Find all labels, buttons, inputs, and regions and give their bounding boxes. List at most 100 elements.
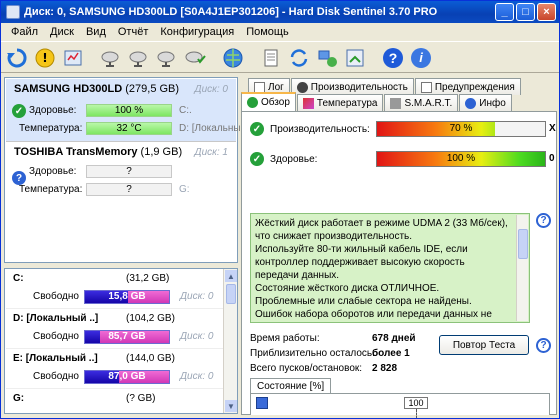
volume-size: (? GB) <box>126 393 156 404</box>
smart-icon <box>390 97 402 109</box>
menu-report[interactable]: Отчёт <box>112 26 154 38</box>
info-tab-icon <box>465 97 477 109</box>
details-panel: Лог Производительность Предупреждения Об… <box>241 77 557 418</box>
free-space-value: 85,7 GB <box>108 331 146 342</box>
tabs-row-bottom: Обзор Температура S.M.A.R.T. Инфо <box>241 92 513 111</box>
tab-performance[interactable]: Производительность <box>290 78 414 95</box>
tab-smart[interactable]: S.M.A.R.T. <box>384 94 459 111</box>
menu-view[interactable]: Вид <box>80 26 112 38</box>
performance-ok-icon: ✓ <box>250 122 264 136</box>
volume-item-e[interactable]: E: [Локальный ..] (144,0 GB) Свободно 87… <box>6 349 224 389</box>
volume-list: C: (31,2 GB) Свободно 15,8 GB Диск: 0 D:… <box>4 268 238 414</box>
settings-icon[interactable] <box>343 46 367 70</box>
volume-item-d[interactable]: D: [Локальный ..] (104,2 GB) Свободно 85… <box>6 309 224 349</box>
scroll-down-icon[interactable]: ▼ <box>225 400 237 412</box>
info-icon[interactable]: i <box>409 46 433 70</box>
free-space-bar: 85,7 GB <box>84 330 170 344</box>
description-help-icon[interactable]: ? <box>536 213 551 228</box>
starts-value: 2 828 <box>372 363 398 374</box>
health-bar: ? <box>86 165 172 178</box>
disk-card-samsung[interactable]: SAMSUNG HD300LD (279,5 GB) Диск: 0 ✓ Здо… <box>6 79 246 141</box>
menu-file[interactable]: Файл <box>5 26 44 38</box>
description-line: Жёсткий диск работает в режиме UDMA 2 (3… <box>255 218 508 242</box>
menu-help[interactable]: Помощь <box>240 26 295 38</box>
minimize-button[interactable]: _ <box>495 3 514 21</box>
tab-overview[interactable]: Обзор <box>241 92 296 111</box>
disk-test-2-icon[interactable] <box>127 46 151 70</box>
tab-info[interactable]: Инфо <box>459 94 512 111</box>
free-label: Свободно <box>33 331 79 342</box>
disk-card-toshiba[interactable]: TOSHIBA TransMemory (1,9 GB) Диск: 1 ? З… <box>6 141 236 201</box>
scroll-thumb[interactable] <box>226 284 236 304</box>
retest-help-icon[interactable]: ? <box>536 338 551 353</box>
retest-button[interactable]: Повтор Теста <box>439 335 529 355</box>
description-line: Проблемные или слабые сектора не найдены… <box>255 296 472 307</box>
sync-icon[interactable] <box>287 46 311 70</box>
description-box[interactable]: Жёсткий диск работает в режиме UDMA 2 (3… <box>250 213 530 323</box>
menu-configuration[interactable]: Конфигурация <box>154 26 240 38</box>
performance-end: X <box>549 123 556 134</box>
menu-disk[interactable]: Диск <box>44 26 80 38</box>
remaining-label: Приблизительно осталось: <box>250 348 375 359</box>
network-icon[interactable] <box>315 46 339 70</box>
maximize-button[interactable]: □ <box>516 3 535 21</box>
free-space-bar: 87,0 GB <box>84 370 170 384</box>
report-icon[interactable] <box>61 46 85 70</box>
volume-size: (144,0 GB) <box>126 353 175 364</box>
document-icon[interactable] <box>259 46 283 70</box>
globe-icon[interactable] <box>221 46 245 70</box>
overview-health-bar: 100 % <box>376 151 546 167</box>
warnings-icon <box>420 81 432 93</box>
volume-size: (104,2 GB) <box>126 313 175 324</box>
warning-icon[interactable]: ! <box>33 46 57 70</box>
disk-test-3-icon[interactable] <box>155 46 179 70</box>
temperature-bar: ? <box>86 183 172 196</box>
volume-name: E: [Локальный ..] <box>13 353 98 364</box>
performance-label: Производительность: <box>270 124 370 135</box>
volume-scrollbar[interactable]: ▲ ▼ <box>223 269 237 413</box>
free-label: Свободно <box>33 291 79 302</box>
volume-item-g[interactable]: G: (? GB) <box>6 389 224 413</box>
remaining-value: более 1 <box>372 348 410 359</box>
volume-item-c[interactable]: C: (31,2 GB) Свободно 15,8 GB Диск: 0 <box>6 269 224 309</box>
health-label: Здоровье: <box>29 166 77 177</box>
title-bar[interactable]: Диск: 0, SAMSUNG HD300LD [S0A4J1EP301206… <box>1 1 559 23</box>
disk-name: SAMSUNG HD300LD (279,5 GB) <box>14 83 180 95</box>
temperature-bar: 32 °C <box>86 122 172 135</box>
app-window: Диск: 0, SAMSUNG HD300LD [S0A4J1EP301206… <box>0 0 560 419</box>
tab-warnings[interactable]: Предупреждения <box>414 78 521 95</box>
tab-status-graph[interactable]: Состояние [%] <box>250 378 332 394</box>
health-end: 0 <box>549 153 555 164</box>
performance-bar: 70 % <box>376 121 546 137</box>
health-bar: 100 % <box>86 104 172 117</box>
free-space-value: 15,8 GB <box>108 291 146 302</box>
svg-text:!: ! <box>42 51 47 65</box>
health-label: Здоровье: <box>29 105 77 116</box>
status-unknown-icon: ? <box>12 171 26 185</box>
disk-check-icon[interactable] <box>183 46 207 70</box>
status-graph: 100 <box>250 393 550 418</box>
save-icon[interactable] <box>256 397 268 409</box>
description-line: Используйте 80-ти жильный кабель IDE, ес… <box>255 244 468 281</box>
help-icon[interactable]: ? <box>381 46 405 70</box>
description-scroll-thumb[interactable] <box>518 229 528 259</box>
volume-name: G: <box>13 393 25 404</box>
toolbar: ! ? i <box>1 43 559 73</box>
window-title: Диск: 0, SAMSUNG HD300LD [S0A4J1EP301206… <box>24 6 438 18</box>
uptime-value: 678 дней <box>372 333 416 344</box>
refresh-icon[interactable] <box>5 46 29 70</box>
disk-test-icon[interactable] <box>99 46 123 70</box>
free-space-bar: 15,8 GB <box>84 290 170 304</box>
overview-health-label: Здоровье: <box>270 154 318 165</box>
log-icon <box>254 81 265 93</box>
status-ok-icon: ✓ <box>12 104 26 118</box>
scroll-up-icon[interactable]: ▲ <box>225 270 237 282</box>
volume-disk: Диск: 0 <box>180 331 214 342</box>
volume-disk: Диск: 0 <box>180 371 214 382</box>
disk-list: SAMSUNG HD300LD (279,5 GB) Диск: 0 ✓ Здо… <box>4 77 246 263</box>
volume-disk: Диск: 0 <box>180 291 214 302</box>
description-scrollbar[interactable] <box>516 215 528 321</box>
close-button[interactable]: × <box>537 3 556 21</box>
tab-temperature[interactable]: Температура <box>296 94 384 111</box>
volume-name: C: <box>13 273 24 284</box>
